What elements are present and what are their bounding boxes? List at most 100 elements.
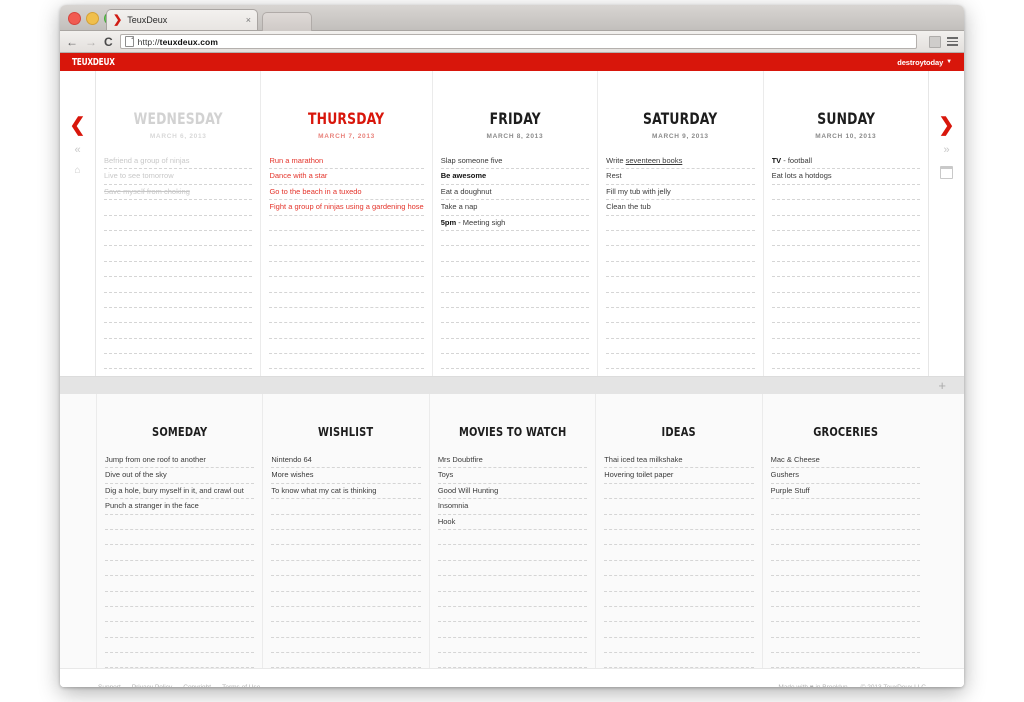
empty-todo-row[interactable] — [441, 308, 589, 323]
todo-item[interactable]: Clean the tub — [606, 200, 754, 215]
todo-item[interactable]: Live to see tomorrow — [104, 169, 252, 184]
empty-list-row[interactable] — [771, 622, 920, 637]
bookmark-icon[interactable] — [929, 36, 941, 48]
browser-tab[interactable]: ❯ TeuxDeux × — [106, 9, 258, 30]
empty-todo-row[interactable] — [269, 293, 423, 308]
empty-list-row[interactable] — [438, 545, 587, 560]
footer-link-copyright[interactable]: Copyright — [183, 684, 211, 688]
todo-item[interactable]: Take a nap — [441, 200, 589, 215]
empty-list-row[interactable] — [105, 622, 254, 637]
list-item[interactable]: Thai iced tea milkshake — [604, 453, 753, 468]
calendar-icon[interactable] — [940, 166, 953, 179]
empty-list-row[interactable] — [604, 515, 753, 530]
empty-todo-row[interactable] — [606, 231, 754, 246]
todo-item[interactable]: Fill my tub with jelly — [606, 185, 754, 200]
hamburger-menu-icon[interactable] — [947, 37, 958, 46]
todo-item[interactable]: Go to the beach in a tuxedo — [269, 185, 423, 200]
empty-todo-row[interactable] — [269, 262, 423, 277]
empty-list-row[interactable] — [271, 561, 420, 576]
list-item[interactable]: Punch a stranger in the face — [105, 499, 254, 514]
list-item[interactable]: Toys — [438, 468, 587, 483]
empty-todo-row[interactable] — [104, 323, 252, 338]
list-column-movies-to-watch[interactable]: MOVIES TO WATCHMrs DoubtfireToysGood Wil… — [430, 394, 596, 668]
list-item[interactable]: Mrs Doubtfire — [438, 453, 587, 468]
day-column-friday[interactable]: FRIDAYMARCH 8, 2013Slap someone fiveBe a… — [433, 71, 598, 376]
todo-item[interactable]: Eat lots a hotdogs — [772, 169, 920, 184]
empty-list-row[interactable] — [604, 484, 753, 499]
list-column-ideas[interactable]: IDEASThai iced tea milkshakeHovering toi… — [596, 394, 762, 668]
empty-list-row[interactable] — [105, 607, 254, 622]
empty-todo-row[interactable] — [269, 308, 423, 323]
footer-link-terms-of-use[interactable]: Terms of Use — [222, 684, 260, 688]
todo-item[interactable]: Fight a group of ninjas using a gardenin… — [269, 200, 423, 215]
teuxdeux-logo[interactable]: TEUXDEUX — [72, 57, 115, 68]
empty-todo-row[interactable] — [772, 323, 920, 338]
list-item[interactable]: Hovering toilet paper — [604, 468, 753, 483]
empty-todo-row[interactable] — [606, 308, 754, 323]
empty-list-row[interactable] — [105, 561, 254, 576]
list-item[interactable]: Nintendo 64 — [271, 453, 420, 468]
empty-todo-row[interactable] — [269, 216, 423, 231]
empty-list-row[interactable] — [271, 545, 420, 560]
list-column-groceries[interactable]: GROCERIESMac & CheeseGushersPurple Stuff — [763, 394, 928, 668]
add-list-button[interactable]: + — [938, 379, 946, 393]
day-column-saturday[interactable]: SATURDAYMARCH 9, 2013Write seventeen boo… — [598, 71, 763, 376]
empty-todo-row[interactable] — [772, 216, 920, 231]
list-item[interactable]: Dig a hole, bury myself in it, and crawl… — [105, 484, 254, 499]
todo-item[interactable]: Rest — [606, 169, 754, 184]
empty-todo-row[interactable] — [441, 339, 589, 354]
minimize-window-button[interactable] — [86, 12, 99, 25]
todo-item[interactable]: Be awesome — [441, 169, 589, 184]
todo-item[interactable]: Dance with a star — [269, 169, 423, 184]
empty-todo-row[interactable] — [772, 339, 920, 354]
empty-todo-row[interactable] — [606, 323, 754, 338]
list-item[interactable]: Gushers — [771, 468, 920, 483]
todo-item[interactable]: Run a marathon — [269, 154, 423, 169]
empty-todo-row[interactable] — [606, 339, 754, 354]
back-button[interactable]: ← — [66, 36, 78, 48]
empty-list-row[interactable] — [438, 592, 587, 607]
empty-todo-row[interactable] — [441, 277, 589, 292]
empty-list-row[interactable] — [105, 638, 254, 653]
empty-list-row[interactable] — [771, 653, 920, 668]
empty-todo-row[interactable] — [104, 231, 252, 246]
list-item[interactable]: Dive out of the sky — [105, 468, 254, 483]
empty-todo-row[interactable] — [606, 246, 754, 261]
empty-todo-row[interactable] — [606, 354, 754, 369]
empty-list-row[interactable] — [604, 530, 753, 545]
new-tab-button[interactable] — [262, 12, 312, 31]
next-week-icon[interactable]: » — [943, 145, 949, 156]
previous-week-icon[interactable]: « — [74, 145, 80, 156]
empty-list-row[interactable] — [771, 515, 920, 530]
empty-list-row[interactable] — [604, 607, 753, 622]
empty-todo-row[interactable] — [441, 354, 589, 369]
todo-item[interactable]: Eat a doughnut — [441, 185, 589, 200]
day-column-sunday[interactable]: SUNDAYMARCH 10, 2013TV - footballEat lot… — [764, 71, 928, 376]
previous-day-icon[interactable]: ❮ — [70, 116, 86, 135]
empty-todo-row[interactable] — [772, 293, 920, 308]
empty-list-row[interactable] — [771, 561, 920, 576]
empty-list-row[interactable] — [271, 653, 420, 668]
empty-list-row[interactable] — [771, 638, 920, 653]
empty-list-row[interactable] — [438, 561, 587, 576]
empty-todo-row[interactable] — [606, 216, 754, 231]
empty-todo-row[interactable] — [441, 262, 589, 277]
empty-todo-row[interactable] — [104, 339, 252, 354]
todo-item[interactable]: Save myself from choking — [104, 185, 252, 200]
empty-todo-row[interactable] — [104, 262, 252, 277]
empty-list-row[interactable] — [438, 622, 587, 637]
empty-list-row[interactable] — [604, 653, 753, 668]
empty-list-row[interactable] — [438, 607, 587, 622]
empty-todo-row[interactable] — [606, 277, 754, 292]
empty-list-row[interactable] — [604, 622, 753, 637]
empty-list-row[interactable] — [105, 530, 254, 545]
empty-todo-row[interactable] — [269, 277, 423, 292]
empty-list-row[interactable] — [271, 592, 420, 607]
empty-list-row[interactable] — [604, 576, 753, 591]
empty-list-row[interactable] — [271, 515, 420, 530]
forward-button[interactable]: → — [85, 36, 97, 48]
list-item[interactable]: To know what my cat is thinking — [271, 484, 420, 499]
empty-todo-row[interactable] — [772, 185, 920, 200]
todo-item[interactable]: 5pm - Meeting sigh — [441, 216, 589, 231]
empty-todo-row[interactable] — [441, 246, 589, 261]
